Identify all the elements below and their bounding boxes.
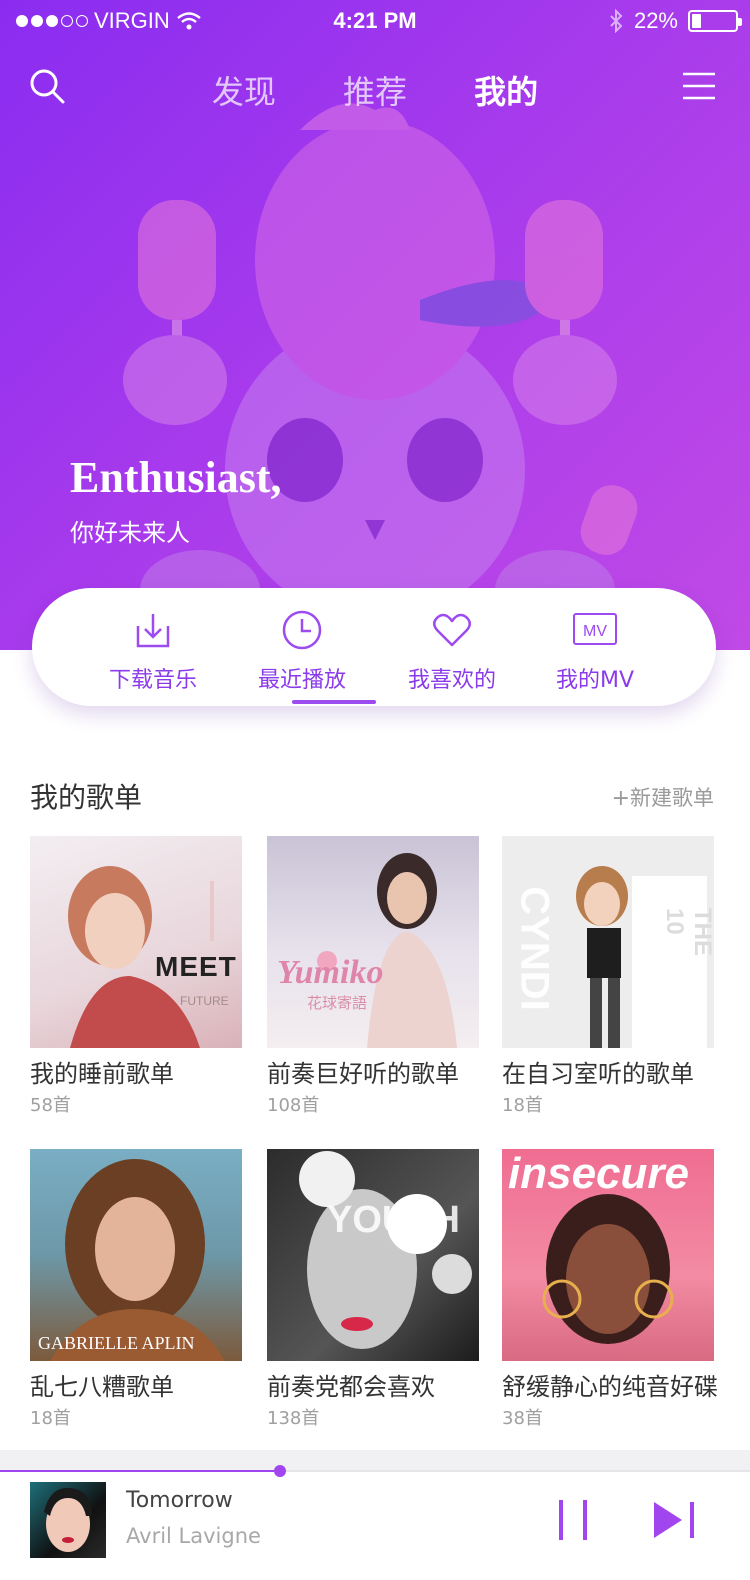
playlist-cover[interactable]: YOUTH bbox=[267, 1149, 479, 1361]
section-title: 我的歌单 bbox=[30, 781, 143, 814]
progress-fill bbox=[0, 1470, 280, 1472]
quick-action-recent[interactable]: 最近播放 bbox=[237, 610, 367, 694]
cover-art bbox=[68, 866, 214, 1048]
playlist-title: 舒缓静心的纯音好碟 bbox=[502, 1373, 718, 1401]
playlist-card[interactable]: GABRIELLE APLIN 乱七八糟歌单 18首 bbox=[30, 1149, 242, 1430]
download-icon bbox=[136, 614, 170, 648]
clock-icon bbox=[282, 610, 322, 650]
quick-action-label: 我喜欢的 bbox=[407, 668, 496, 693]
qa-icon-wrap bbox=[237, 610, 367, 650]
playlist-card[interactable]: Yumiko 花球寄語 前奏巨好听的歌单 108首 bbox=[267, 836, 479, 1117]
tab-mine[interactable]: 我的 bbox=[474, 67, 538, 113]
status-right: 22% bbox=[608, 8, 742, 34]
quick-action-mv[interactable]: MV 我的MV bbox=[530, 610, 660, 694]
progress-track[interactable] bbox=[0, 1465, 750, 1477]
qa-icon-wrap bbox=[387, 610, 517, 650]
cover-art bbox=[50, 1159, 225, 1361]
plus-icon: + bbox=[611, 786, 630, 811]
track-artist: Avril Lavigne bbox=[126, 1524, 261, 1548]
quick-action-label: 最近播放 bbox=[257, 668, 346, 693]
bluetooth-icon bbox=[610, 9, 623, 33]
playlist-count: 138首 bbox=[267, 1408, 320, 1429]
cover-art bbox=[317, 853, 457, 1048]
new-playlist-button[interactable]: +新建歌单 bbox=[612, 782, 714, 812]
cover-title: YOUTH bbox=[327, 1199, 460, 1241]
qa-icon-wrap bbox=[88, 610, 218, 650]
playlist-title: 我的睡前歌单 bbox=[30, 1060, 174, 1088]
battery-percent: 22% bbox=[633, 8, 678, 33]
cover-art bbox=[299, 1151, 472, 1349]
nav-tabs: 发现 推荐 我的 bbox=[0, 67, 750, 113]
menu-icon[interactable] bbox=[683, 72, 715, 100]
cover-subtitle: THE 10 bbox=[661, 908, 714, 956]
qa-icon-wrap: MV bbox=[530, 610, 660, 650]
playlist-title: 乱七八糟歌单 bbox=[30, 1373, 174, 1401]
top-nav: 发现 推荐 我的 bbox=[0, 55, 750, 119]
now-playing-cover[interactable] bbox=[30, 1482, 106, 1558]
playlist-count: 18首 bbox=[502, 1095, 543, 1116]
mini-player: Tomorrow Avril Lavigne bbox=[0, 1465, 750, 1580]
battery-level bbox=[692, 14, 701, 28]
cover-subtitle: FUTURE bbox=[180, 994, 229, 1008]
playlist-card[interactable]: insecure 舒缓静心的纯音好碟 38首 bbox=[502, 1149, 718, 1430]
greeting-title: Enthusiast, bbox=[70, 453, 282, 502]
hero-banner: VIRGIN 4:21 PM 22% 发现 推荐 我的 Enthusiast, … bbox=[0, 0, 750, 650]
quick-action-download[interactable]: 下载音乐 bbox=[88, 610, 218, 694]
quick-action-label: 下载音乐 bbox=[108, 668, 197, 693]
playlist-count: 58首 bbox=[30, 1095, 71, 1116]
cover-title: insecure bbox=[508, 1149, 689, 1198]
playlist-cover[interactable]: CYNDI THE 10 bbox=[502, 836, 714, 1048]
mv-icon-text: MV bbox=[583, 623, 607, 640]
playlist-title: 前奏巨好听的歌单 bbox=[267, 1060, 459, 1088]
playlist-card[interactable]: MEET FUTURE 我的睡前歌单 58首 bbox=[30, 836, 242, 1117]
heart-icon bbox=[433, 613, 471, 647]
playlist-count: 18首 bbox=[30, 1408, 71, 1429]
playlist-title: 在自习室听的歌单 bbox=[502, 1060, 694, 1088]
pause-icon[interactable] bbox=[556, 1498, 590, 1542]
cover-title: MEET bbox=[155, 951, 237, 982]
new-playlist-label: 新建歌单 bbox=[630, 786, 714, 810]
cover-title: CYNDI bbox=[512, 886, 557, 1011]
cover-title: Yumiko bbox=[277, 954, 384, 991]
now-playing-art bbox=[44, 1487, 92, 1552]
playlist-title: 前奏党都会喜欢 bbox=[267, 1373, 435, 1401]
tab-discover[interactable]: 发现 bbox=[212, 67, 276, 113]
playlist-count: 108首 bbox=[267, 1095, 320, 1116]
battery-cap bbox=[738, 18, 742, 26]
tab-recommend[interactable]: 推荐 bbox=[343, 67, 407, 113]
cover-subtitle: 花球寄語 bbox=[307, 995, 368, 1012]
quick-action-favorites[interactable]: 我喜欢的 bbox=[387, 610, 517, 694]
playlist-cover[interactable]: MEET FUTURE bbox=[30, 836, 242, 1048]
playlist-cover[interactable]: Yumiko 花球寄語 bbox=[267, 836, 479, 1048]
playlist-cover[interactable]: GABRIELLE APLIN bbox=[30, 1149, 242, 1361]
playlist-card[interactable]: YOUTH 前奏党都会喜欢 138首 bbox=[267, 1149, 479, 1430]
playlist-cover[interactable]: insecure bbox=[502, 1149, 714, 1361]
greeting-subtitle: 你好未来人 bbox=[70, 519, 190, 547]
mv-icon: MV bbox=[573, 613, 617, 645]
battery-icon bbox=[688, 10, 742, 32]
playlist-count: 38首 bbox=[502, 1408, 543, 1429]
active-tab-indicator bbox=[292, 700, 376, 704]
cover-title: GABRIELLE APLIN bbox=[38, 1333, 195, 1353]
quick-action-label: 我的MV bbox=[555, 668, 635, 693]
track-title: Tomorrow bbox=[126, 1488, 233, 1513]
status-bar: VIRGIN 4:21 PM 22% bbox=[0, 0, 750, 40]
quick-actions-card: 下载音乐 最近播放 我喜欢的 MV 我的MV bbox=[32, 588, 716, 706]
next-track-icon[interactable] bbox=[652, 1498, 698, 1542]
progress-knob[interactable] bbox=[273, 1465, 286, 1477]
section-divider bbox=[0, 1450, 750, 1470]
playlist-card[interactable]: CYNDI THE 10 在自习室听的歌单 18首 bbox=[502, 836, 714, 1117]
